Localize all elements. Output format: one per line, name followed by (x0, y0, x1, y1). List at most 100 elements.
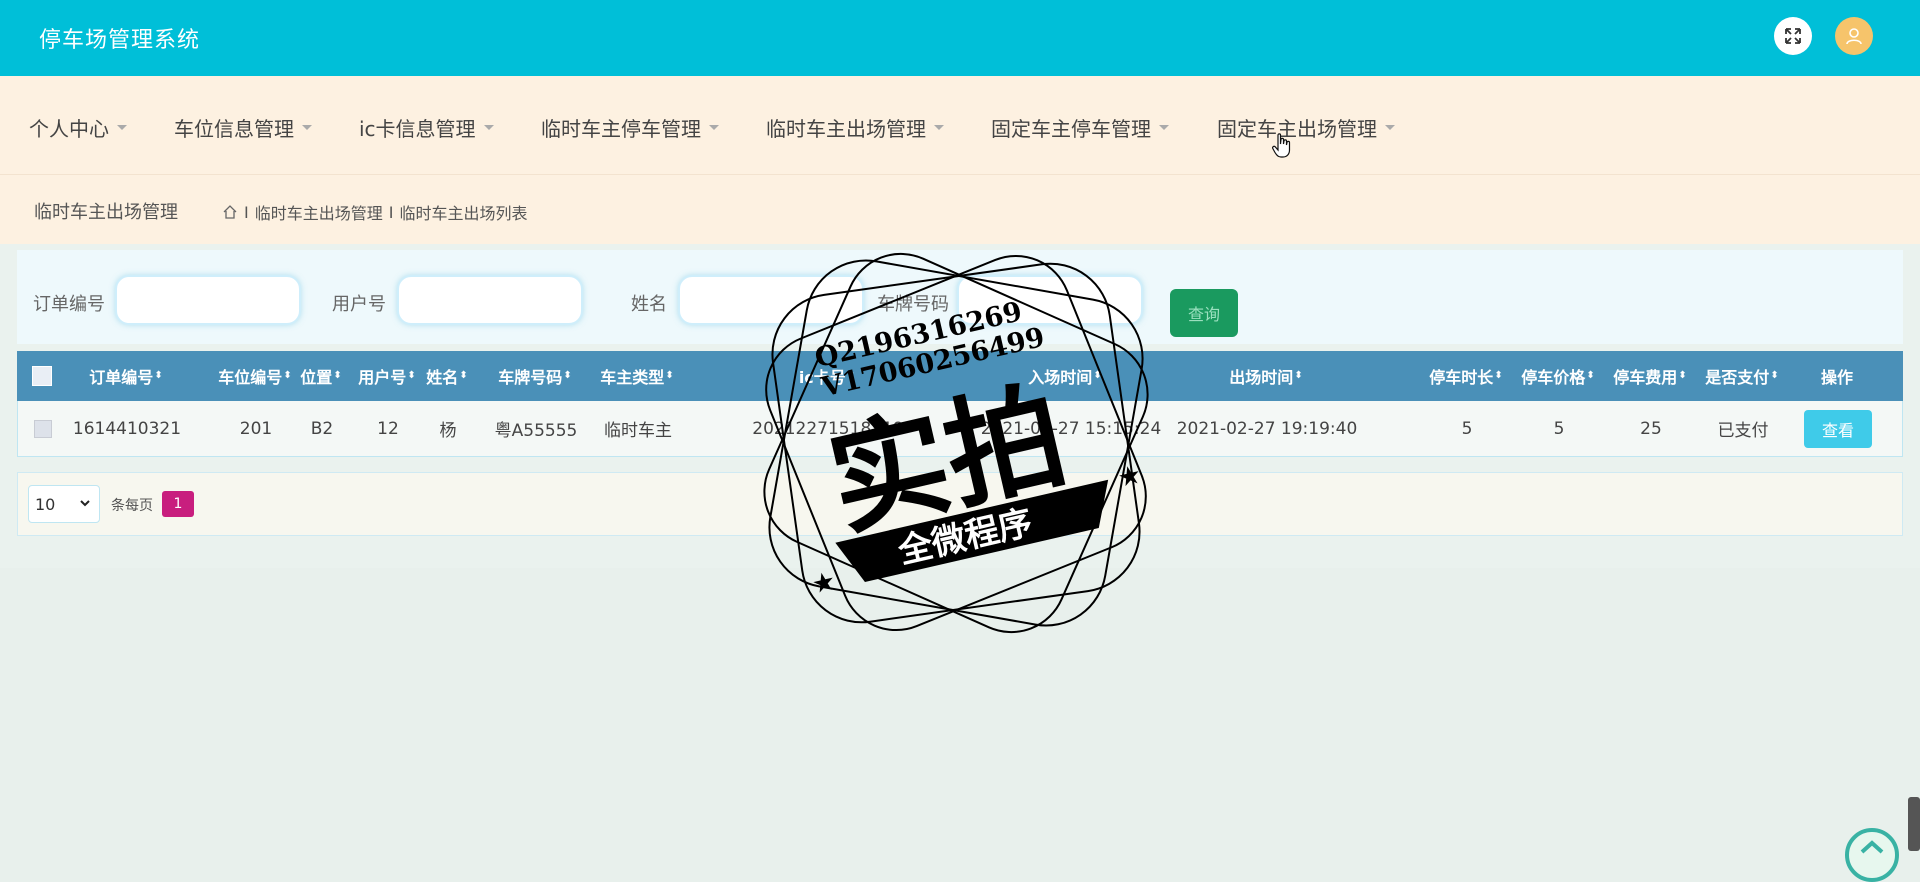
home-icon[interactable] (222, 204, 238, 220)
col-ic-card[interactable]: ic卡号 ⬍ (777, 351, 877, 401)
plate-label: 车牌号码 (877, 294, 949, 315)
breadcrumb-separator: I (244, 202, 249, 222)
breadcrumb-current: 临时车主出场列表 (399, 204, 528, 223)
col-label: ic卡号 (798, 368, 846, 387)
col-fee[interactable]: 停车费用 ⬍ (1608, 351, 1692, 401)
sort-icon: ⬍ (154, 370, 163, 381)
col-label: 停车时长 (1429, 368, 1494, 387)
nav-item-temp-parking[interactable]: 临时车主停车管理 (541, 113, 719, 142)
order-no-label: 订单编号 (33, 294, 105, 315)
breadcrumb: I 临时车主出场管理 I 临时车主出场列表 (222, 200, 527, 224)
col-user-no[interactable]: 用户号 ⬍ (355, 351, 419, 401)
user-avatar-button[interactable] (1835, 17, 1873, 55)
nav-item-ic-card[interactable]: ic卡信息管理 (359, 113, 494, 142)
col-label: 位置 (300, 368, 333, 387)
view-button[interactable]: 查看 (1804, 409, 1872, 448)
sort-icon: ⬍ (1678, 370, 1687, 381)
nav-item-personal-center[interactable]: 个人中心 (29, 113, 127, 142)
page-title: 临时车主出场管理 (34, 202, 178, 223)
order-no-input[interactable] (115, 275, 301, 325)
scrollbar-thumb[interactable] (1908, 797, 1920, 851)
col-label: 入场时间 (1028, 368, 1093, 387)
nav-item-temp-exit[interactable]: 临时车主出场管理 (766, 113, 944, 142)
col-label: 车位编号 (218, 368, 283, 387)
table-header: 订单编号 ⬍ 车位编号 ⬍ 位置 ⬍ 用户号 ⬍ 姓名 ⬍ 车牌号码 ⬍ 车主类型 ⬍ ic卡… (17, 351, 1903, 401)
breadcrumb-separator: I (388, 202, 394, 222)
col-owner-type[interactable]: 车主类型 ⬍ (587, 351, 687, 401)
col-space-no[interactable]: 车位编号 ⬍ (215, 351, 295, 401)
cell-user-no: 12 (377, 418, 399, 439)
cell-owner-type: 临时车主 (604, 421, 672, 441)
col-name[interactable]: 姓名 ⬍ (421, 351, 473, 401)
col-action: 操作 (1807, 351, 1867, 401)
cell-price: 5 (1553, 418, 1565, 439)
data-table: 订单编号 ⬍ 车位编号 ⬍ 位置 ⬍ 用户号 ⬍ 姓名 ⬍ 车牌号码 ⬍ 车主类型 ⬍ ic卡… (17, 351, 1903, 457)
breadcrumb-bar: 临时车主出场管理 I 临时车主出场管理 I 临时车主出场列表 (0, 174, 1920, 245)
user-no-label: 用户号 (332, 294, 386, 315)
col-price[interactable]: 停车价格 ⬍ (1516, 351, 1600, 401)
name-input[interactable] (678, 275, 864, 325)
app-title: 停车场管理系统 (39, 28, 201, 53)
main-content: 订单编号 用户号 姓名 车牌号码 查询 订单编号 ⬍ 车位编号 ⬍ 位置 ⬍ 用户号 ⬍… (0, 244, 1920, 568)
col-paid[interactable]: 是否支付 ⬍ (1700, 351, 1784, 401)
pagination: 10 条每页 1 (17, 472, 1903, 536)
page-size-select[interactable]: 10 (28, 485, 100, 523)
page-button-current[interactable]: 1 (162, 491, 194, 517)
cell-paid: 已支付 (1717, 421, 1769, 441)
col-exit-time[interactable]: 出场时间 ⬍ (1216, 351, 1316, 401)
search-button[interactable]: 查询 (1170, 289, 1238, 337)
sort-icon: ⬍ (333, 370, 342, 381)
col-label: 用户号 (358, 368, 407, 387)
nav-item-space-info[interactable]: 车位信息管理 (174, 113, 312, 142)
col-location[interactable]: 位置 ⬍ (297, 351, 345, 401)
col-label: 操作 (1820, 368, 1853, 387)
caret-down-icon (117, 125, 127, 130)
sort-icon: ⬍ (1294, 370, 1303, 381)
back-to-top-button[interactable] (1845, 828, 1899, 882)
top-bar: 停车场管理系统 (0, 0, 1920, 76)
col-label: 姓名 (426, 368, 459, 387)
user-no-input[interactable] (397, 275, 583, 325)
col-label: 车主类型 (600, 368, 665, 387)
cell-entry-time: 2021-02-27 15:15:24 (980, 418, 1162, 439)
col-duration[interactable]: 停车时长 ⬍ (1424, 351, 1508, 401)
cell-name: 杨 (439, 421, 457, 441)
sort-icon: ⬍ (1586, 370, 1595, 381)
cell-space-no: 201 (239, 418, 273, 439)
nav-item-label: 固定车主出场管理 (1217, 117, 1377, 141)
page-size-value: 10 (35, 494, 56, 514)
breadcrumb-link[interactable]: 临时车主出场管理 (255, 200, 383, 224)
sort-icon: ⬍ (459, 370, 468, 381)
caret-down-icon (1385, 125, 1395, 130)
star-icon: ★ (809, 566, 838, 600)
user-icon (1846, 28, 1862, 45)
caret-down-icon (934, 125, 944, 130)
cell-exit-time: 2021-02-27 19:19:40 (1176, 418, 1358, 439)
nav-item-fixed-parking[interactable]: 固定车主停车管理 (991, 113, 1169, 142)
col-label: 是否支付 (1705, 368, 1770, 387)
hand-cursor-icon (1272, 133, 1291, 158)
sort-icon: ⬍ (283, 370, 292, 381)
select-all-checkbox[interactable] (17, 351, 67, 401)
nav-item-label: 临时车主出场管理 (766, 117, 926, 141)
col-label: 订单编号 (89, 368, 154, 387)
plate-input[interactable] (957, 275, 1143, 325)
caret-down-icon (302, 125, 312, 130)
col-order-no[interactable]: 订单编号 ⬍ (67, 351, 185, 401)
col-plate[interactable]: 车牌号码 ⬍ (485, 351, 585, 401)
cell-location: B2 (310, 418, 334, 439)
chevron-up-icon (1860, 840, 1884, 854)
nav-item-fixed-exit[interactable]: 固定车主出场管理 (1217, 113, 1395, 142)
col-entry-time[interactable]: 入场时间 ⬍ (1015, 351, 1115, 401)
cell-fee: 25 (1640, 418, 1662, 439)
row-checkbox[interactable] (18, 401, 68, 456)
sort-icon: ⬍ (846, 370, 856, 381)
sort-icon: ⬍ (665, 370, 674, 381)
nav-item-label: 车位信息管理 (174, 117, 294, 141)
name-label: 姓名 (631, 294, 667, 315)
cell-duration: 5 (1461, 418, 1473, 439)
chevron-down-icon (80, 500, 90, 507)
fullscreen-button[interactable] (1774, 17, 1812, 55)
cell-ic-card: 20212271518119 (752, 418, 904, 439)
nav-item-label: 临时车主停车管理 (541, 117, 701, 141)
